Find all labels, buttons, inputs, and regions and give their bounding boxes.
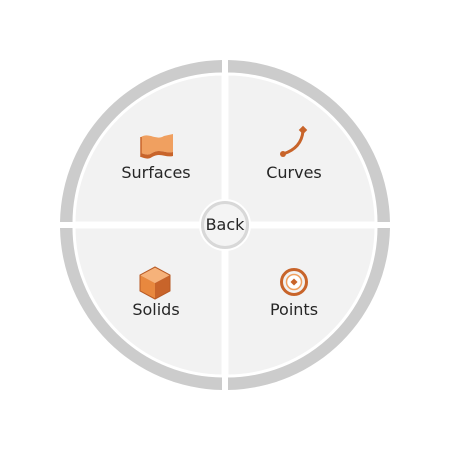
quadrant-curves[interactable] <box>225 72 378 225</box>
radial-menu-graphic <box>60 60 390 390</box>
quadrant-solids[interactable] <box>72 225 225 378</box>
quadrant-points[interactable] <box>225 225 378 378</box>
back-button[interactable] <box>204 204 246 246</box>
radial-menu: Surfaces Curves Solids Points Back <box>0 0 450 450</box>
surface-icon <box>140 134 173 159</box>
